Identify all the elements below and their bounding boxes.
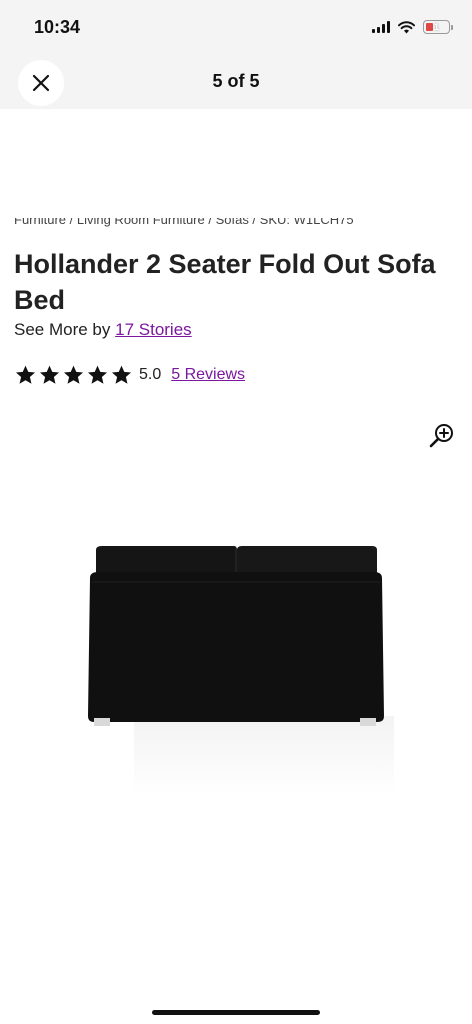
star-icon	[87, 365, 108, 384]
battery-level: 1	[433, 22, 439, 32]
rating-row: 5.0 5 Reviews	[14, 364, 245, 386]
wifi-icon	[398, 20, 415, 34]
status-icons: 1	[372, 20, 453, 34]
reviews-link[interactable]: 5 Reviews	[171, 366, 245, 384]
product-title: Hollander 2 Seater Fold Out Sofa Bed	[14, 249, 436, 315]
rating-value: 5.0	[139, 366, 162, 383]
product-image[interactable]	[84, 538, 394, 798]
star-icon	[15, 365, 36, 384]
gallery-position-title: 5 of 5	[212, 71, 260, 91]
sofa-image	[88, 546, 394, 796]
zoom-in-icon	[429, 424, 453, 448]
star-icon	[111, 365, 132, 384]
star-rating	[14, 364, 133, 386]
status-bar: 10:34 1	[0, 0, 472, 56]
star-icon	[63, 365, 84, 384]
battery-icon: 1	[423, 20, 453, 34]
see-more-prefix: See More by	[14, 320, 111, 339]
home-indicator[interactable]	[152, 1010, 320, 1015]
signal-icon	[372, 21, 390, 33]
brand-link[interactable]: 17 Stories	[115, 320, 192, 339]
see-more-line: See More by 17 Stories	[14, 320, 192, 340]
breadcrumb-text[interactable]: Furniture / Living Room Furniture / Sofa…	[14, 218, 354, 227]
star-icon	[39, 365, 60, 384]
nav-bar: 5 of 5	[0, 56, 472, 109]
status-time: 10:34	[34, 17, 81, 37]
zoom-in-button[interactable]	[428, 422, 456, 450]
breadcrumb[interactable]: Furniture / Living Room Furniture / Sofa…	[14, 218, 434, 232]
